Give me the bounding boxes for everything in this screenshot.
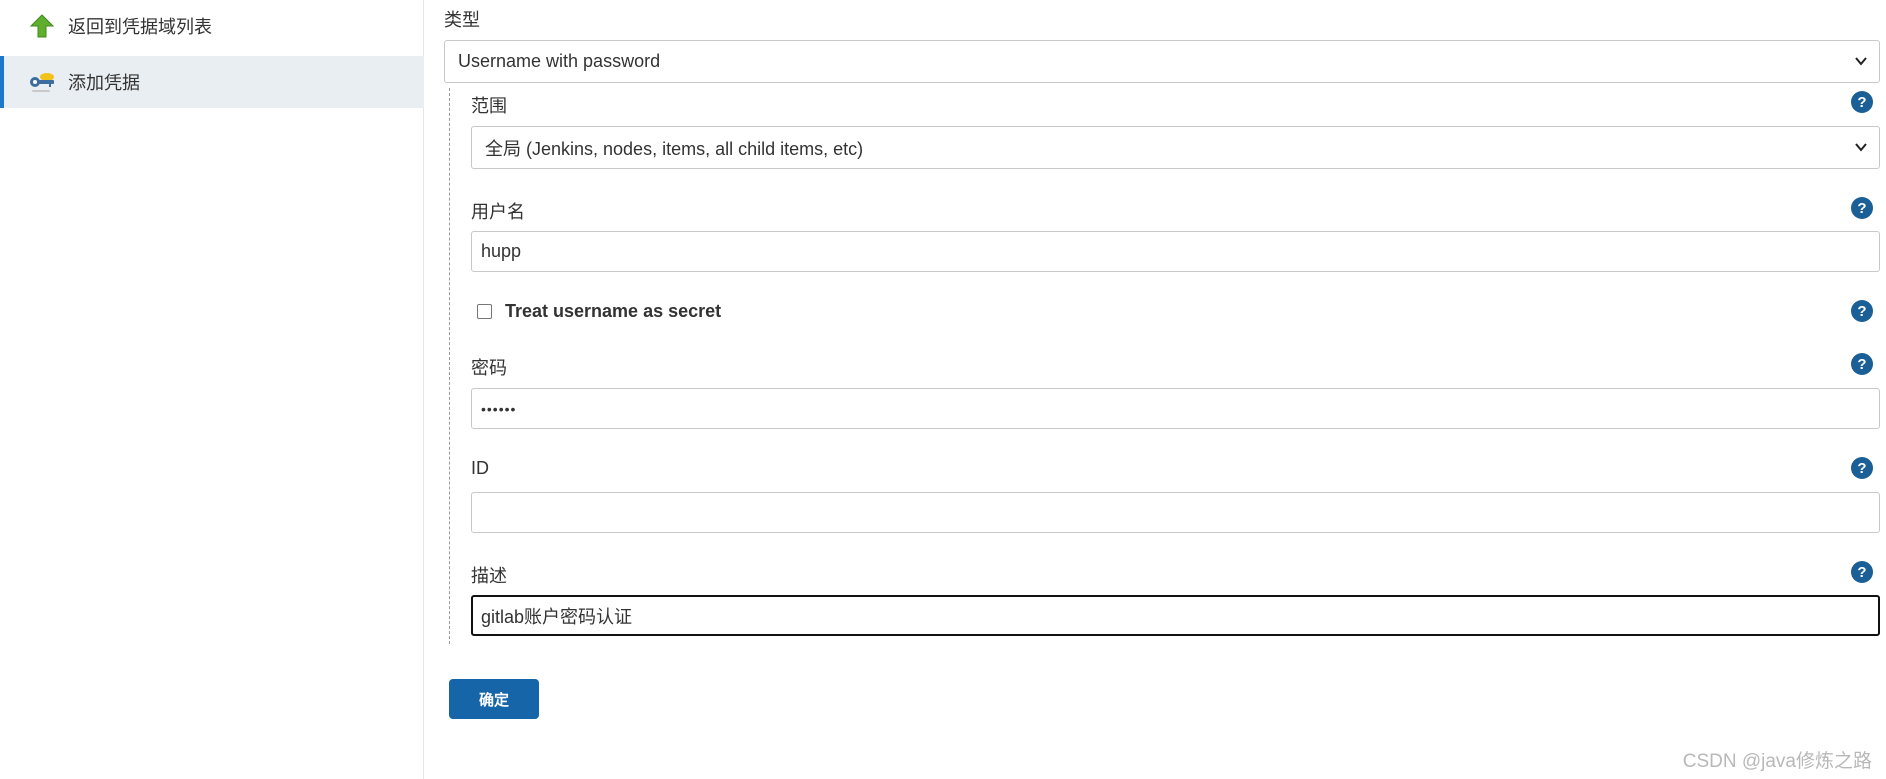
password-input[interactable]: •••••• [471,388,1880,429]
help-icon[interactable]: ? [1851,300,1873,322]
help-icon[interactable]: ? [1851,457,1873,479]
password-input-value: •••••• [481,400,517,417]
chevron-down-icon [1855,57,1867,66]
id-input[interactable] [471,492,1880,533]
scope-select-value: 全局 (Jenkins, nodes, items, all child ite… [485,138,864,159]
treat-username-secret-checkbox[interactable] [477,304,492,319]
id-label: ID [471,458,489,478]
up-arrow-icon [26,10,58,42]
watermark: CSDN @java修炼之路 [1682,751,1872,772]
kind-select[interactable]: Username with password [444,40,1880,83]
username-input[interactable]: hupp [471,231,1880,272]
sidebar-item-label: 返回到凭据域列表 [68,17,212,37]
form-group-divider [449,88,450,644]
scope-label: 范围 [471,96,507,116]
help-icon[interactable]: ? [1851,561,1873,583]
username-label: 用户名 [471,202,525,222]
sidebar-item-back-to-domains[interactable]: 返回到凭据域列表 [0,0,424,52]
help-icon[interactable]: ? [1851,91,1873,113]
help-icon[interactable]: ? [1851,353,1873,375]
sidebar: 返回到凭据域列表 添加凭据 [0,0,424,779]
description-label: 描述 [471,566,507,586]
password-label: 密码 [471,358,507,378]
scope-select[interactable]: 全局 (Jenkins, nodes, items, all child ite… [471,126,1880,169]
submit-button[interactable]: 确定 [449,679,539,719]
description-input-value: gitlab账户密码认证 [481,606,633,627]
kind-label: 类型 [444,10,480,30]
chevron-down-icon [1855,143,1867,152]
help-icon[interactable]: ? [1851,197,1873,219]
sidebar-item-add-credentials[interactable]: 添加凭据 [0,56,424,108]
description-input[interactable]: gitlab账户密码认证 [471,595,1880,636]
sidebar-item-label: 添加凭据 [68,73,140,93]
treat-username-secret-label[interactable]: Treat username as secret [505,301,721,322]
key-icon [26,66,58,98]
kind-select-value: Username with password [458,51,661,71]
username-input-value: hupp [481,241,522,261]
